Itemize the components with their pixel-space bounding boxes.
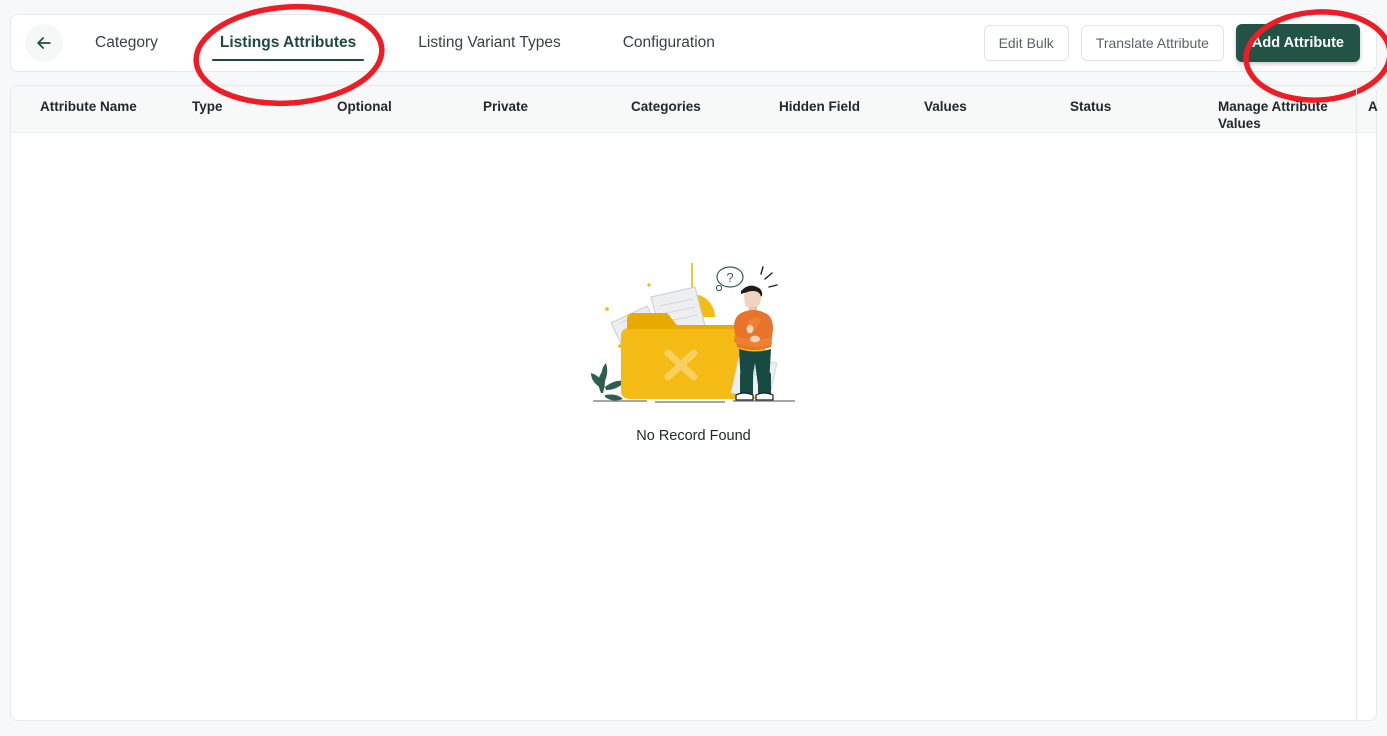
translate-attribute-button[interactable]: Translate Attribute — [1081, 25, 1224, 61]
table-column-header-label: Private — [483, 98, 625, 115]
table-column-header-label: Optional — [337, 98, 479, 115]
table-column-header-label: Status — [1070, 98, 1212, 115]
table-column-header-label: Type — [192, 98, 334, 115]
table-column-header: Status — [1070, 85, 1212, 115]
table-column-header: Values — [924, 85, 1066, 115]
back-button[interactable] — [25, 24, 63, 62]
table-column-header-label: Values — [924, 98, 1066, 115]
tab-label: Listings Attributes — [220, 34, 356, 52]
add-attribute-button[interactable]: Add Attribute — [1236, 24, 1360, 62]
table-column-header-label: Hidden Field — [779, 98, 921, 115]
tab-configuration[interactable]: Configuration — [619, 15, 719, 71]
table-column-header-label: Categories — [631, 98, 773, 115]
tab-listing-variant-types[interactable]: Listing Variant Types — [414, 15, 564, 71]
tab-listings-attributes[interactable]: Listings Attributes — [216, 15, 360, 71]
table-column-header-label: Manage Attribute Values — [1218, 98, 1328, 132]
empty-folder-illustration: ? — [589, 261, 799, 414]
tab-list: Category Listings Attributes Listing Var… — [91, 15, 984, 71]
table-column-header: Hidden Field — [779, 85, 921, 115]
empty-state-message: No Record Found — [636, 428, 750, 444]
table-column-header: Type — [192, 85, 334, 115]
table-column-header: Manage Attribute Values — [1218, 85, 1328, 132]
tab-bar-card: Category Listings Attributes Listing Var… — [10, 14, 1377, 72]
table-column-header-label: A — [1368, 98, 1387, 115]
table-column-header: Private — [483, 85, 625, 115]
attributes-table-card: ? — [10, 85, 1377, 721]
table-column-header: Attribute Name — [40, 85, 190, 115]
arrow-left-icon — [34, 33, 54, 53]
toolbar-actions: Edit Bulk Translate Attribute Add Attrib… — [984, 24, 1360, 62]
tab-category[interactable]: Category — [91, 15, 162, 71]
tab-label: Listing Variant Types — [418, 34, 560, 52]
table-column-header: Optional — [337, 85, 479, 115]
edit-bulk-button[interactable]: Edit Bulk — [984, 25, 1069, 61]
empty-state: ? — [11, 133, 1376, 720]
table-column-divider — [1356, 86, 1357, 720]
table-column-header: Categories — [631, 85, 773, 115]
tab-label: Category — [95, 34, 158, 52]
table-column-header: A — [1368, 85, 1387, 115]
table-column-header-label: Attribute Name — [40, 98, 190, 115]
svg-text:?: ? — [726, 270, 733, 285]
tab-label: Configuration — [623, 34, 715, 52]
